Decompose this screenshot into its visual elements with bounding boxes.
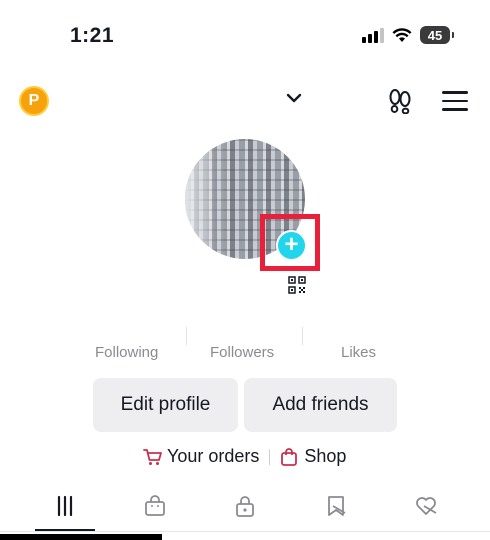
tab-bar-divider (0, 531, 490, 532)
shop-link[interactable]: Shop (304, 446, 346, 467)
shop-bag-icon (281, 447, 298, 466)
bookmark-hidden-icon[interactable] (324, 494, 348, 518)
profile-views-footprint-icon[interactable] (388, 88, 412, 114)
coins-icon[interactable]: P (19, 86, 49, 116)
battery-indicator: 45 (420, 26, 454, 44)
account-switcher-chevron-icon[interactable] (286, 92, 302, 104)
qr-code-icon[interactable] (288, 276, 306, 294)
your-orders-link[interactable]: Your orders (167, 446, 259, 467)
shopping-bag-icon[interactable] (143, 494, 167, 518)
edit-profile-button[interactable]: Edit profile (93, 378, 238, 432)
lock-icon[interactable] (233, 494, 257, 518)
heart-hidden-icon[interactable] (414, 494, 438, 518)
following-stat[interactable]: Following (95, 344, 158, 361)
likes-stat[interactable]: Likes (341, 344, 376, 361)
followers-stat[interactable]: Followers (210, 344, 274, 361)
status-time: 1:21 (70, 24, 115, 47)
add-avatar-plus-icon[interactable]: + (276, 230, 307, 261)
stat-divider (302, 327, 303, 345)
grid-icon[interactable] (53, 494, 77, 518)
stat-divider (186, 327, 187, 345)
cart-icon (143, 448, 162, 465)
link-separator (269, 448, 271, 465)
cellular-signal-icon (362, 27, 384, 43)
commerce-links: Your orders Shop (143, 446, 346, 467)
wifi-icon (392, 28, 412, 42)
add-friends-button[interactable]: Add friends (244, 378, 397, 432)
home-indicator (0, 534, 162, 540)
status-icons: 45 (362, 26, 454, 44)
menu-icon[interactable] (442, 91, 468, 117)
